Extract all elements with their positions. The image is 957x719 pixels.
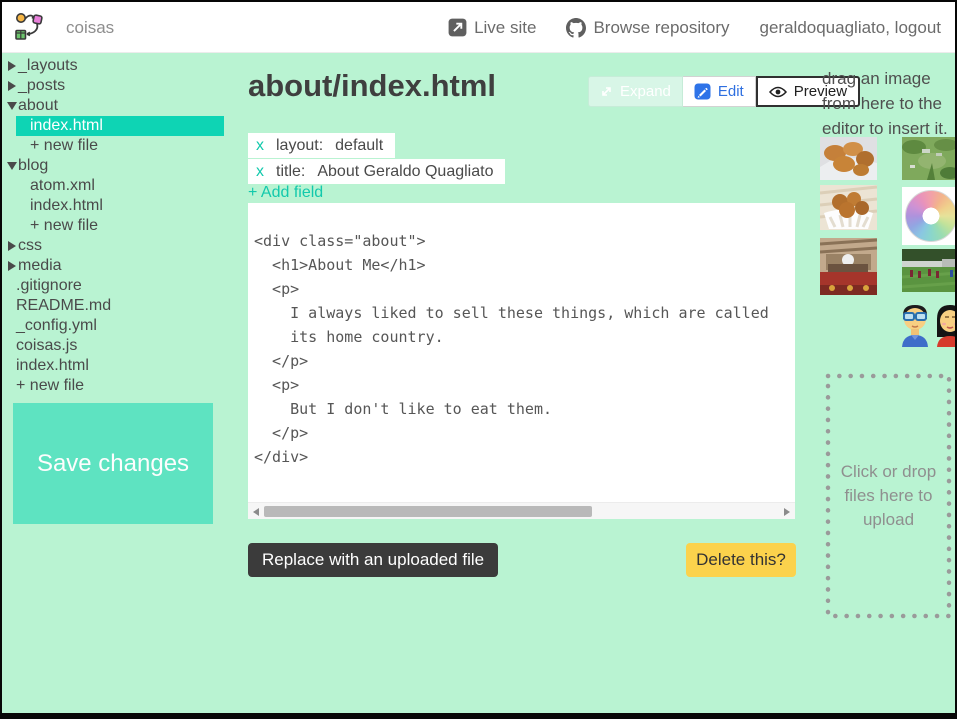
folder-expanded-icon (5, 162, 18, 170)
field-value[interactable]: default (335, 137, 383, 155)
user-logout-link[interactable]: geraldoquagliato, logout (760, 18, 941, 38)
sidebar-item-root-new-file[interactable]: + new file (2, 376, 242, 396)
remove-field-button[interactable]: x (256, 137, 264, 155)
add-field-link[interactable]: + Add field (248, 184, 323, 202)
sidebar-item-about[interactable]: about (2, 96, 242, 116)
sidebar-item-media[interactable]: media (2, 256, 242, 276)
front-matter-field-title: x title: About Geraldo Quagliato (248, 159, 505, 184)
field-key[interactable]: title: (276, 163, 305, 181)
github-icon (566, 18, 586, 38)
sidebar-item-blog-index[interactable]: index.html (2, 196, 242, 216)
drag-image-hint: drag an image from here to the editor to… (822, 66, 957, 141)
folder-collapsed-icon (5, 61, 18, 71)
code-editor[interactable]: <div class="about"> <h1>About Me</h1> <p… (248, 203, 795, 519)
mode-switcher: Expand Edit Preview (588, 76, 860, 107)
thumbnail-color-wheel[interactable] (902, 187, 957, 245)
sidebar-item-posts[interactable]: _posts (2, 76, 242, 96)
browse-repository-label: Browse repository (593, 18, 729, 38)
eye-icon (769, 86, 787, 98)
sidebar-item-about-new-file[interactable]: + new file (2, 136, 242, 156)
remove-field-button[interactable]: x (256, 163, 264, 181)
coisas-cms-window: coisas Live site Browse repository geral… (0, 0, 957, 719)
replace-file-button[interactable]: Replace with an uploaded file (248, 543, 498, 577)
sidebar-item-config[interactable]: _config.yml (2, 316, 242, 336)
dotted-border (825, 373, 952, 619)
sidebar-item-css[interactable]: css (2, 236, 242, 256)
field-key[interactable]: layout: (276, 137, 323, 155)
top-bar: coisas Live site Browse repository geral… (2, 2, 955, 53)
sidebar-item-gitignore[interactable]: .gitignore (2, 276, 242, 296)
live-site-label: Live site (474, 18, 536, 38)
sidebar-item-about-index[interactable]: index.html (16, 116, 224, 136)
front-matter-field-layout: x layout: default (248, 133, 395, 158)
thumbnail-aerial-town[interactable] (902, 137, 957, 180)
expand-button[interactable]: Expand (588, 76, 683, 107)
sidebar-item-root-index[interactable]: index.html (2, 356, 242, 376)
thumbnail-soccer-match[interactable] (902, 249, 957, 292)
code-content[interactable]: <div class="about"> <h1>About Me</h1> <p… (248, 203, 795, 469)
delete-button[interactable]: Delete this? (686, 543, 796, 577)
sidebar-item-blog-atom[interactable]: atom.xml (2, 176, 242, 196)
brand-name: coisas (66, 2, 114, 53)
sidebar-item-blog[interactable]: blog (2, 156, 242, 176)
field-value[interactable]: About Geraldo Quagliato (317, 163, 493, 181)
sidebar-item-coisas-js[interactable]: coisas.js (2, 336, 242, 356)
save-changes-button[interactable]: Save changes (13, 403, 213, 524)
horizontal-scrollbar[interactable] (248, 502, 795, 519)
thumbnail-avatar-woman[interactable] (935, 303, 957, 347)
edit-button[interactable]: Edit (683, 76, 756, 107)
page-title: about/index.html (248, 68, 496, 104)
sidebar-item-blog-new-file[interactable]: + new file (2, 216, 242, 236)
thumbnail-fried-doughnuts[interactable] (820, 137, 877, 180)
scrollbar-thumb[interactable] (264, 506, 592, 517)
folder-collapsed-icon (5, 241, 18, 251)
sidebar-item-readme[interactable]: README.md (2, 296, 242, 316)
folder-collapsed-icon (5, 81, 18, 91)
folder-collapsed-icon (5, 261, 18, 271)
upload-dropzone[interactable]: Click or drop files here to upload (825, 373, 952, 619)
live-site-link[interactable]: Live site (448, 18, 536, 38)
thumbnail-fried-balls-basket[interactable] (820, 185, 877, 230)
thumbnail-avatar-man[interactable] (899, 303, 931, 347)
folder-expanded-icon (5, 102, 18, 110)
sidebar-item-layouts[interactable]: _layouts (2, 56, 242, 76)
scroll-left-arrow-icon[interactable] (253, 508, 259, 516)
expand-icon (600, 85, 613, 98)
color-wheel-graphic (905, 190, 957, 242)
browse-repository-link[interactable]: Browse repository (566, 18, 729, 38)
coisas-logo-icon (12, 11, 44, 43)
scroll-right-arrow-icon[interactable] (784, 508, 790, 516)
thumbnail-market-stall[interactable] (820, 238, 877, 295)
file-tree: _layouts _posts about index.html + new f… (2, 56, 242, 396)
external-link-icon (448, 18, 467, 37)
edit-pencil-icon (694, 83, 711, 100)
